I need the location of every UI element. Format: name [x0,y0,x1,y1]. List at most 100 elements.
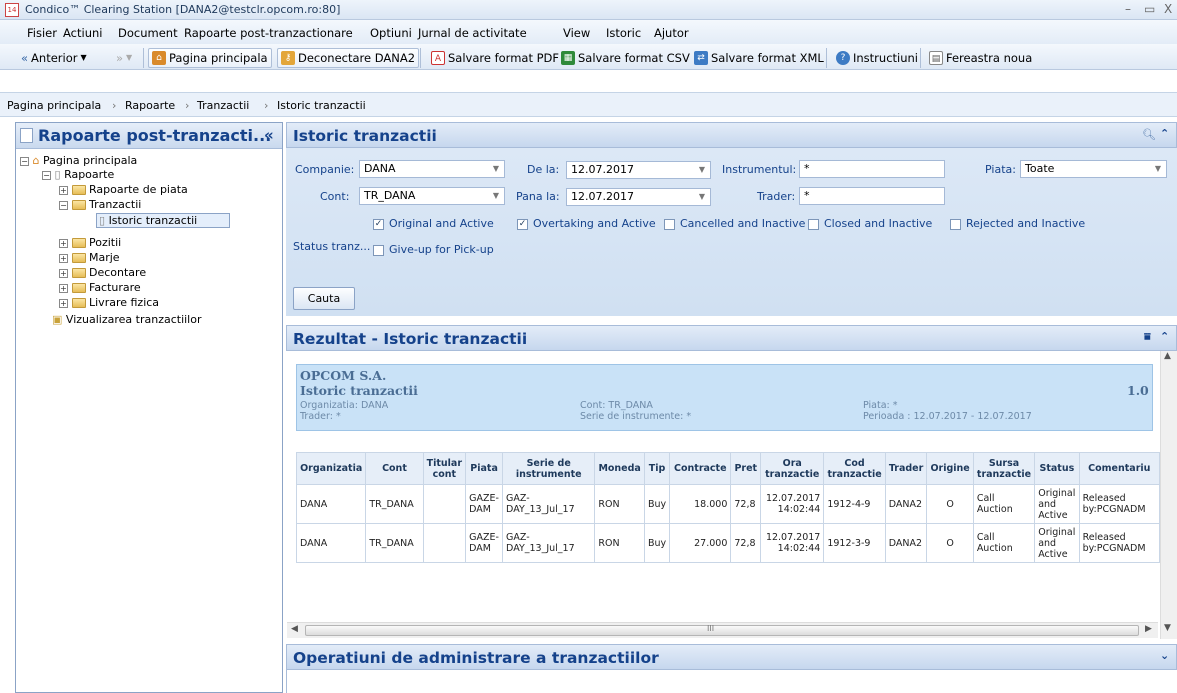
column-header[interactable]: Organizatia [295,452,367,485]
column-header[interactable]: Titular cont [422,452,467,485]
expand-toggle-icon[interactable]: + [59,283,68,293]
expand-toggle-icon[interactable]: + [59,298,68,308]
home-button[interactable]: ⌂ Pagina principala [148,48,272,68]
save-xml-button[interactable]: ⇄ Salvare format XML [690,48,828,68]
cancelled-inactive-checkbox[interactable]: Cancelled and Inactive [664,217,805,230]
expand-toggle-icon[interactable]: + [59,238,68,248]
column-header[interactable]: Tip [643,452,671,485]
column-header[interactable]: Serie de instrumente [502,452,596,485]
column-header[interactable]: Comentariu [1078,452,1161,485]
overtaking-active-checkbox[interactable]: ✓ Overtaking and Active [517,217,656,230]
expand-toggle-icon[interactable]: + [59,268,68,278]
tree-item-istoric-tranzactii[interactable]: ▯ Istoric tranzactii [96,213,230,228]
menu-fisier[interactable]: Fisier [27,26,57,40]
column-header[interactable]: Piata [465,452,504,485]
scroll-up-icon[interactable]: ▲ [1164,351,1171,361]
column-header[interactable]: Origine [926,452,974,485]
close-button[interactable]: X [1164,2,1172,16]
column-header[interactable]: Cod tranzactie [823,452,886,485]
checkbox-over[interactable]: ✓ [517,218,528,230]
table-cell: DANA [295,523,367,563]
column-header[interactable]: Pret [730,452,762,485]
pana-la-date[interactable]: 12.07.2017 ▼ [566,188,711,206]
menu-optiuni[interactable]: Optiuni [370,26,412,40]
search-button[interactable]: Cauta [293,287,355,310]
collapse-toggle-icon[interactable]: − [59,200,68,210]
collapse-toggle-icon[interactable]: − [20,156,29,166]
table-row[interactable]: DANA TR_DANA GAZE-DAM GAZ-DAY_13_Jul_17 RON B… [295,523,1161,563]
minimize-button[interactable]: – [1125,2,1131,16]
scroll-down-icon[interactable]: ▼ [1164,623,1171,633]
column-header[interactable]: Status [1034,452,1080,485]
tree-item-rapoarte-piata[interactable]: + Rapoarte de piata [59,183,188,196]
tree-item-livrare[interactable]: + Livrare fizica [59,296,159,309]
expand-panel-icon[interactable]: ⌄ [1160,649,1169,662]
breadcrumb-istoric[interactable]: Istoric tranzactii [277,99,366,112]
column-header[interactable]: Ora tranzactie [760,452,825,485]
filter-icon[interactable]: ⩸ [1144,330,1151,344]
column-header[interactable]: Moneda [594,452,645,485]
trader-input[interactable]: * [799,187,945,205]
table-row[interactable]: DANA TR_DANA GAZE-DAM GAZ-DAY_13_Jul_17 RON B… [295,484,1161,524]
menu-actiuni[interactable]: Actiuni [63,26,102,40]
companie-select[interactable]: DANA ▼ [359,160,505,178]
tree-item-vizualizare[interactable]: ▣ Vizualizarea tranzactiilor [52,313,202,326]
breadcrumb-home[interactable]: Pagina principala [7,99,101,112]
collapse-panel-icon[interactable]: ⌃ [1160,127,1169,140]
home-icon: ⌂ [32,154,40,167]
menu-rapoarte[interactable]: Rapoarte post-tranzactionare [184,26,353,40]
tree-item-rapoarte[interactable]: − ▯ Rapoarte [42,168,114,181]
de-la-date[interactable]: 12.07.2017 ▼ [566,161,711,179]
menu-view[interactable]: View [563,26,590,40]
menu-document[interactable]: Document [118,26,178,40]
save-pdf-button[interactable]: A Salvare format PDF [427,48,563,68]
breadcrumb-rapoarte[interactable]: Rapoarte [125,99,175,112]
give-up-checkbox[interactable]: Give-up for Pick-up [373,243,494,256]
column-header[interactable]: Trader [884,452,928,485]
column-header[interactable]: Cont [365,452,424,485]
checkbox-closed[interactable] [808,218,819,230]
collapse-panel-icon[interactable]: ⌃ [1160,330,1169,343]
new-window-button[interactable]: ▤ Fereastra noua [925,48,1036,68]
expand-toggle-icon[interactable]: + [59,253,68,263]
tree-item-marje[interactable]: + Marje [59,251,120,264]
zoom-icon[interactable]: 🔍︎ [1142,128,1156,141]
horizontal-scrollbar[interactable]: ◀ III ▶ [287,622,1158,638]
menu-ajutor[interactable]: Ajutor [654,26,689,40]
instrumentul-input[interactable]: * [799,160,945,178]
logout-button[interactable]: ⚷ Deconectare DANA2 [277,48,420,68]
rejected-inactive-checkbox[interactable]: Rejected and Inactive [950,217,1085,230]
scroll-left-icon[interactable]: ◀ [291,624,298,634]
forward-button[interactable]: » ▼ [112,48,136,68]
help-button[interactable]: ? Instructiuni [832,48,922,68]
breadcrumb-tranzactii[interactable]: Tranzactii [197,99,249,112]
save-csv-button[interactable]: ▦ Salvare format CSV [557,48,694,68]
collapse-pane-button[interactable]: « [264,126,274,144]
cont-select[interactable]: TR_DANA ▼ [359,187,505,205]
tree-item-facturare[interactable]: + Facturare [59,281,141,294]
breadcrumb-separator: › [185,99,190,112]
checkbox-rej[interactable] [950,218,961,230]
column-header[interactable]: Contracte [669,452,732,485]
back-button[interactable]: «Anterior ▼ [17,48,91,68]
piata-select[interactable]: Toate ▼ [1020,160,1167,178]
scrollbar-thumb[interactable] [305,625,1139,636]
scroll-right-icon[interactable]: ▶ [1145,624,1152,634]
menu-istoric[interactable]: Istoric [606,26,641,40]
tree-item-decontare[interactable]: + Decontare [59,266,146,279]
tree-item-home[interactable]: − ⌂ Pagina principala [20,154,137,167]
menu-jurnal[interactable]: Jurnal de activitate [418,26,527,40]
checkbox-canc[interactable] [664,218,675,230]
collapse-toggle-icon[interactable]: − [42,170,51,180]
checkbox-give[interactable] [373,244,384,256]
closed-inactive-checkbox[interactable]: Closed and Inactive [808,217,932,230]
tree-item-tranzactii[interactable]: − Tranzactii [59,198,141,211]
column-header[interactable]: Sursa tranzactie [972,452,1036,485]
checkbox-orig[interactable]: ✓ [373,218,384,230]
tree-item-pozitii[interactable]: + Pozitii [59,236,121,249]
expand-toggle-icon[interactable]: + [59,185,68,195]
folder-icon [71,298,86,308]
vertical-scrollbar[interactable]: ▲ ▼ [1160,351,1177,639]
original-active-checkbox[interactable]: ✓ Original and Active [373,217,494,230]
maximize-button[interactable]: ▭ [1144,2,1155,16]
